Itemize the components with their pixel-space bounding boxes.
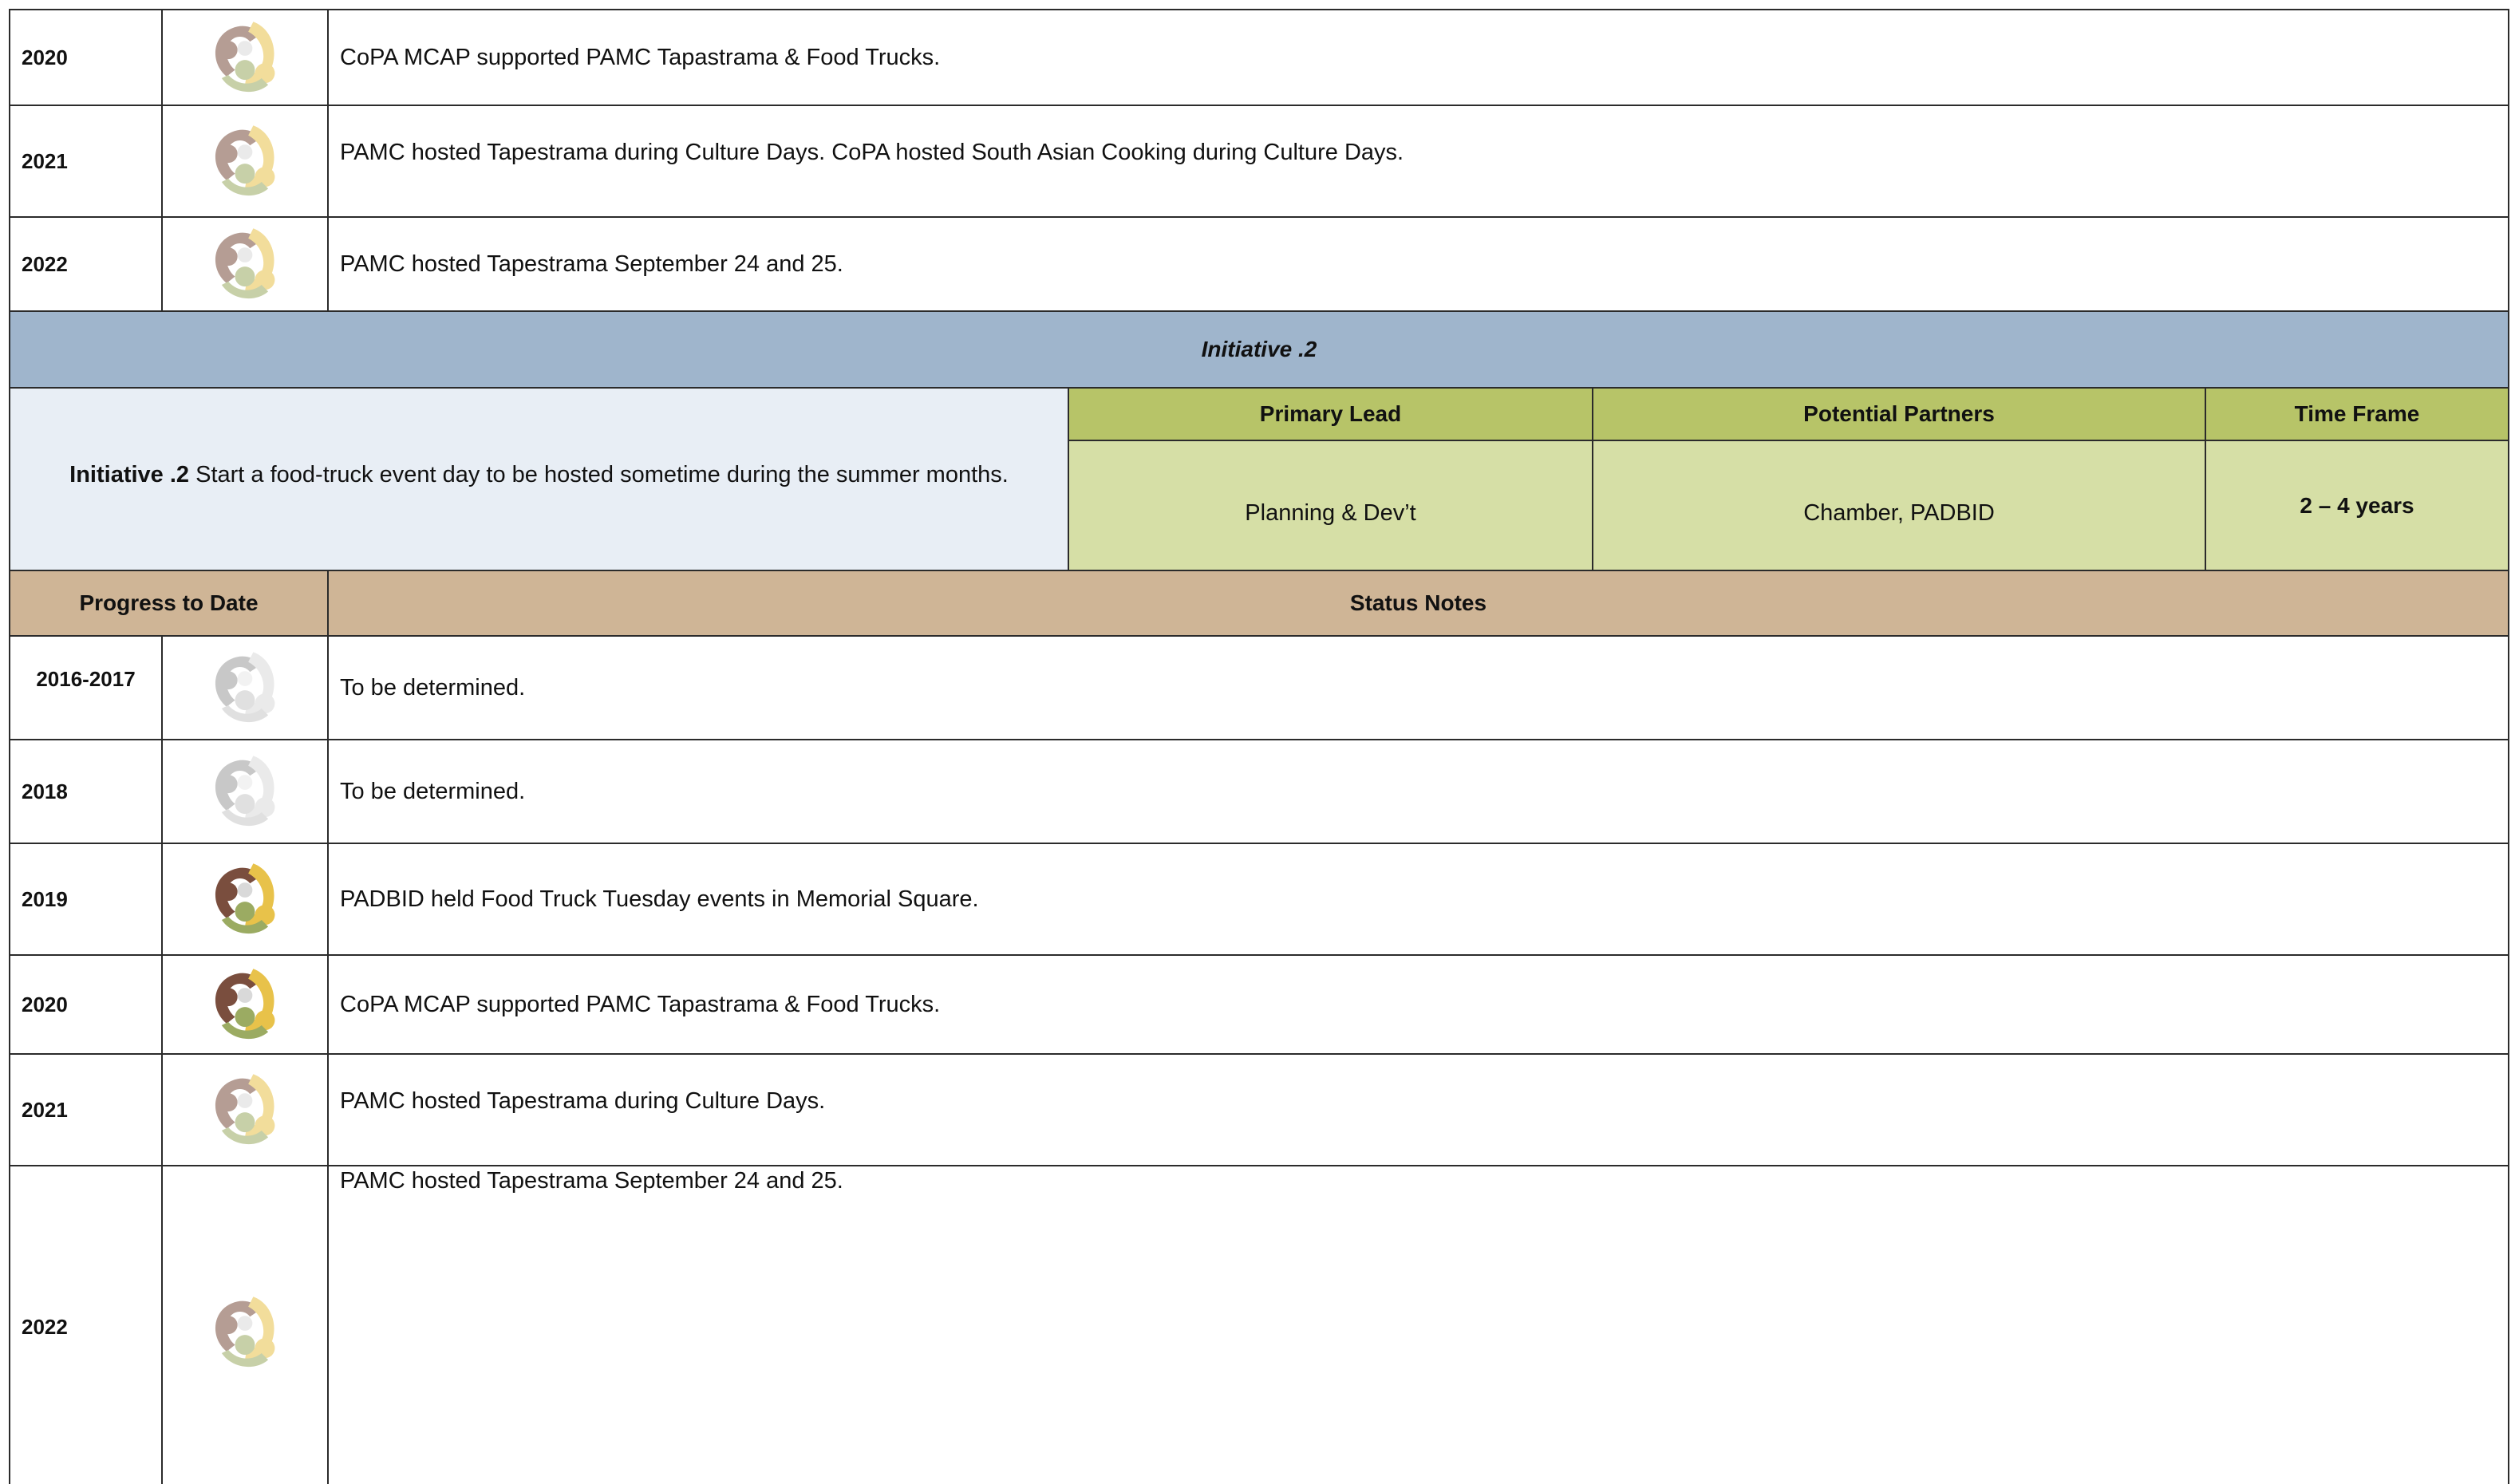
progress-row: 2016-2017 To be determined. — [9, 635, 2509, 740]
year-label: 2021 — [10, 106, 163, 216]
time-frame-header: Time Frame — [2206, 389, 2508, 441]
progress-header-row: Progress to Date Status Notes — [9, 570, 2509, 637]
progress-row: 2018 To be determined. — [9, 739, 2509, 844]
top-row: 2022 PAMC hosted Tapestrama September 24… — [9, 216, 2509, 312]
status-notes-header: Status Notes — [1349, 590, 1487, 615]
progress-logo-icon — [163, 10, 329, 105]
progress-logo-icon — [163, 218, 329, 310]
potential-partners-value: Chamber, PADBID — [1593, 441, 2206, 570]
potential-partners-header: Potential Partners — [1593, 389, 2206, 441]
progress-row: 2020 CoPA MCAP supported PAMC Tapastrama… — [9, 954, 2509, 1055]
status-note: PAMC hosted Tapestrama September 24 and … — [340, 1168, 843, 1194]
progress-logo-icon — [163, 956, 329, 1053]
primary-lead-value: Planning & Dev’t — [1069, 441, 1593, 570]
status-note: PAMC hosted Tapestrama September 24 and … — [340, 251, 843, 277]
initiative-label: Initiative .2 — [69, 462, 190, 487]
progress-row: 2022 PAMC hosted Tapestrama September 24… — [9, 1165, 2509, 1484]
top-row: 2021 PAMC hosted Tapestrama during Cultu… — [9, 105, 2509, 218]
status-note: CoPA MCAP supported PAMC Tapastrama & Fo… — [340, 44, 941, 70]
initiative-text: Start a food-truck event day to be hoste… — [189, 462, 1009, 487]
year-label: 2020 — [10, 10, 163, 105]
year-label: 2016-2017 — [10, 637, 163, 739]
progress-row: 2019 PADBID held Food Truck Tuesday even… — [9, 843, 2509, 956]
status-note: PAMC hosted Tapestrama during Culture Da… — [340, 140, 1404, 165]
year-label: 2019 — [10, 844, 163, 954]
progress-logo-icon — [163, 1055, 329, 1165]
time-frame-value: 2 – 4 years — [2206, 441, 2508, 570]
top-row: 2020 CoPA MCAP supported PAMC Tapastrama… — [9, 9, 2509, 106]
initiative-block: Initiative .2 Start a food-truck event d… — [9, 387, 2509, 571]
year-label: 2022 — [10, 218, 163, 310]
progress-logo-icon — [163, 106, 329, 216]
initiative-title: Initiative .2 — [1201, 337, 1317, 361]
progress-to-date-header: Progress to Date — [10, 571, 329, 635]
progress-logo-icon — [163, 844, 329, 954]
progress-logo-icon — [163, 637, 329, 739]
progress-row: 2021 PAMC hosted Tapestrama during Cultu… — [9, 1053, 2509, 1166]
progress-logo-icon — [163, 740, 329, 843]
initiative-bar: Initiative .2 — [9, 310, 2509, 389]
primary-lead-header: Primary Lead — [1069, 389, 1593, 441]
year-label: 2021 — [10, 1055, 163, 1165]
status-note: To be determined. — [340, 778, 526, 804]
progress-logo-icon — [163, 1166, 329, 1484]
year-label: 2018 — [10, 740, 163, 843]
year-label: 2020 — [10, 956, 163, 1053]
status-note: PAMC hosted Tapestrama during Culture Da… — [340, 1088, 826, 1114]
year-label: 2022 — [10, 1166, 163, 1484]
initiative-description-box: Initiative .2 Start a food-truck event d… — [10, 389, 1069, 570]
initiative-description: Initiative .2 Start a food-truck event d… — [69, 462, 1009, 488]
status-note: To be determined. — [340, 674, 526, 701]
status-note: PADBID held Food Truck Tuesday events in… — [340, 886, 979, 912]
status-note: CoPA MCAP supported PAMC Tapastrama & Fo… — [340, 991, 941, 1017]
